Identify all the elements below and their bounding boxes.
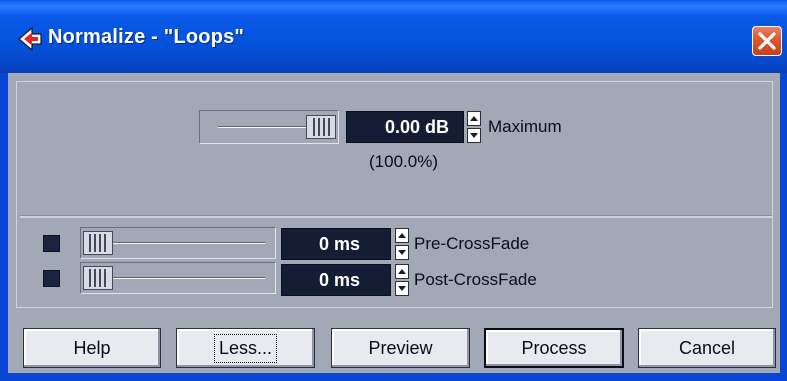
pre-crossfade-decrement-button[interactable] xyxy=(395,245,409,260)
post-crossfade-checkbox[interactable] xyxy=(43,270,60,287)
title-bar[interactable]: Normalize - "Loops" xyxy=(0,0,787,73)
close-button[interactable] xyxy=(752,26,782,56)
post-crossfade-slider-track xyxy=(95,277,265,279)
maximum-value: 0.00 dB xyxy=(384,116,449,137)
pre-crossfade-slider-thumb[interactable] xyxy=(83,231,113,255)
arrow-down-icon xyxy=(398,286,406,291)
arrow-up-icon xyxy=(398,233,406,238)
pre-crossfade-value: 0 ms xyxy=(318,233,360,254)
pre-crossfade-slider[interactable] xyxy=(80,227,276,259)
maximum-slider[interactable] xyxy=(199,110,339,144)
help-button-label: Help xyxy=(73,337,111,358)
maximum-label: Maximum xyxy=(488,117,562,136)
arrow-up-icon xyxy=(470,116,478,121)
maximum-slider-thumb[interactable] xyxy=(306,115,336,139)
process-button[interactable]: Process xyxy=(484,328,624,368)
pre-crossfade-increment-button[interactable] xyxy=(395,228,409,243)
maximum-percent: (100.0%) xyxy=(369,152,438,171)
help-button[interactable]: Help xyxy=(23,328,161,368)
pre-crossfade-value-field[interactable]: 0 ms xyxy=(281,228,391,260)
window-title: Normalize - "Loops" xyxy=(48,26,245,48)
post-crossfade-increment-button[interactable] xyxy=(395,264,409,279)
less-button-label: Less... xyxy=(213,333,278,363)
arrow-up-icon xyxy=(398,269,406,274)
arrow-down-icon xyxy=(398,250,406,255)
post-crossfade-stepper[interactable] xyxy=(395,264,409,296)
pre-crossfade-slider-track xyxy=(95,242,265,244)
post-crossfade-decrement-button[interactable] xyxy=(395,281,409,296)
close-x-icon xyxy=(758,32,776,50)
cancel-button[interactable]: Cancel xyxy=(638,328,776,368)
cubase-logo-icon xyxy=(18,26,42,52)
cancel-button-label: Cancel xyxy=(678,337,736,358)
preview-button[interactable]: Preview xyxy=(331,328,470,368)
maximum-increment-button[interactable] xyxy=(467,111,481,126)
maximum-value-field[interactable]: 0.00 dB xyxy=(346,111,464,143)
dialog-window: Normalize - "Loops" 0.00 dB Maximum (100… xyxy=(0,0,787,381)
pre-crossfade-label: Pre-CrossFade xyxy=(414,234,530,253)
maximum-stepper[interactable] xyxy=(467,111,481,143)
preview-button-label: Preview xyxy=(368,337,433,358)
post-crossfade-slider-thumb[interactable] xyxy=(83,266,113,290)
post-crossfade-value-field[interactable]: 0 ms xyxy=(281,264,391,296)
post-crossfade-label: Post-CrossFade xyxy=(414,270,537,289)
pre-crossfade-checkbox[interactable] xyxy=(43,235,60,252)
post-crossfade-slider[interactable] xyxy=(80,262,276,294)
maximum-decrement-button[interactable] xyxy=(467,128,481,143)
pre-crossfade-stepper[interactable] xyxy=(395,228,409,260)
post-crossfade-value: 0 ms xyxy=(318,269,360,290)
arrow-down-icon xyxy=(470,133,478,138)
process-button-label: Process xyxy=(521,337,587,358)
section-divider xyxy=(20,215,772,218)
less-button[interactable]: Less... xyxy=(176,328,315,368)
